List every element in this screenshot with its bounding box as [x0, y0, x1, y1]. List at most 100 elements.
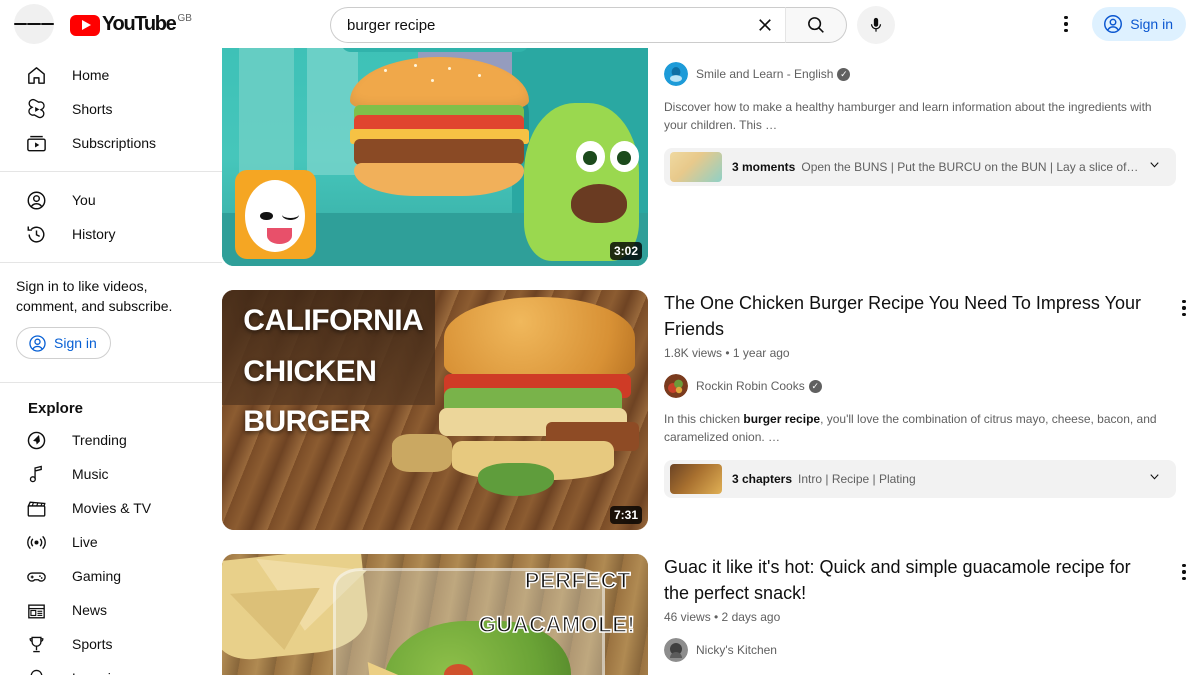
channel-row[interactable]: Smile and Learn - English ✓	[664, 62, 1186, 86]
country-code-label: GB	[177, 12, 192, 24]
sidebar-item-music[interactable]: Music	[12, 457, 210, 491]
video-thumbnail[interactable]: CALIFORNIA CHICKEN BURGER 7:31	[222, 290, 648, 530]
sidebar-label-learning: Learning	[72, 670, 127, 675]
signin-label-header: Sign in	[1130, 16, 1173, 32]
chevron-down-icon[interactable]	[1147, 469, 1162, 489]
chapters-chip[interactable]: 3 chapters Intro | Recipe | Plating	[664, 460, 1176, 498]
channel-row[interactable]: Rockin Robin Cooks ✓	[664, 374, 1186, 398]
video-title[interactable]: The One Chicken Burger Recipe You Need T…	[664, 290, 1186, 342]
chevron-down-icon[interactable]	[1147, 157, 1162, 177]
music-icon	[24, 462, 48, 486]
thumbnail-overlay-line-2: GUACAMOLE!	[478, 611, 636, 638]
sidebar-label-live: Live	[72, 534, 98, 550]
sidebar-item-movies-tv[interactable]: Movies & TV	[12, 491, 210, 525]
sidebar-label-music: Music	[72, 466, 109, 482]
youtube-logo[interactable]: YouTube GB	[70, 13, 192, 36]
sidebar-item-home[interactable]: Home	[12, 58, 210, 92]
description-pre: Discover how to make a healthy hamburger…	[664, 100, 1152, 132]
subscriptions-icon	[24, 131, 48, 155]
sidebar-label-you: You	[72, 192, 96, 208]
masthead-right: Sign in	[1046, 4, 1186, 44]
sidebar-item-shorts[interactable]: Shorts	[12, 92, 210, 126]
video-thumbnail[interactable]: 3:02	[222, 48, 648, 266]
video-stats: 46 views • 2 days ago	[664, 610, 781, 624]
kebab-dot	[1064, 15, 1068, 20]
more-vertical-icon[interactable]	[1046, 4, 1086, 44]
news-icon	[24, 598, 48, 622]
search-area	[330, 6, 895, 44]
movies-tv-icon	[24, 496, 48, 520]
sports-trophy-icon	[24, 632, 48, 656]
search-result-item: 3:02 Smile and Learn - English ✓ Discove…	[222, 48, 1200, 290]
video-metadata: Smile and Learn - English ✓ Discover how…	[648, 48, 1200, 266]
search-result-item: CALIFORNIA CHICKEN BURGER 7:31 The One C…	[222, 290, 1200, 554]
search-input[interactable]	[347, 16, 747, 34]
sidebar-item-learning[interactable]: Learning	[12, 661, 210, 675]
more-vertical-icon[interactable]	[1168, 556, 1200, 588]
description-post: …	[765, 118, 778, 132]
sidebar-label-sports: Sports	[72, 636, 113, 652]
channel-avatar	[664, 374, 688, 398]
gaming-icon	[24, 564, 48, 588]
kebab-dot	[1182, 299, 1186, 304]
live-icon	[24, 530, 48, 554]
sidebar-item-news[interactable]: News	[12, 593, 210, 627]
chip-text-label: Open the BUNS | Put the BURCU on the BUN…	[801, 160, 1139, 174]
thumbnail-overlay-line-1: PERFECT	[524, 568, 631, 595]
sidebar-label-gaming: Gaming	[72, 568, 122, 584]
account-circle-icon	[29, 334, 46, 352]
shorts-icon	[24, 97, 48, 121]
thumbnail-art-cartoon-burger	[222, 48, 648, 266]
video-description: In this chicken burger recipe, you'll lo…	[664, 410, 1176, 446]
video-description: Discover how to make a healthy hamburger…	[664, 98, 1176, 134]
thumbnail-overlay-line-3: BURGER	[243, 405, 371, 439]
thumbnail-overlay-line-1: CALIFORNIA	[243, 304, 424, 338]
sidebar-item-you[interactable]: You	[12, 183, 210, 217]
chip-thumbnail	[670, 464, 722, 494]
channel-row[interactable]: Nicky's Kitchen	[664, 638, 1186, 662]
sidebar-label-history: History	[72, 226, 116, 242]
search-results-area[interactable]: 3:02 Smile and Learn - English ✓ Discove…	[222, 48, 1200, 675]
kebab-dot	[1182, 306, 1186, 310]
more-vertical-icon[interactable]	[1168, 292, 1200, 324]
signin-label-sidebar: Sign in	[54, 335, 97, 351]
search-button[interactable]	[785, 7, 847, 43]
video-thumbnail[interactable]: PERFECT GUACAMOLE!	[222, 554, 648, 675]
account-circle-icon	[1104, 15, 1123, 33]
sidebar-item-live[interactable]: Live	[12, 525, 210, 559]
verified-badge-icon: ✓	[837, 67, 851, 81]
sidebar-signin-block: Sign in to like videos, comment, and sub…	[0, 274, 222, 371]
close-glyph	[759, 19, 771, 31]
results-list: 3:02 Smile and Learn - English ✓ Discove…	[222, 48, 1200, 675]
channel-avatar	[664, 62, 688, 86]
chip-count-label: 3 moments	[732, 160, 796, 174]
home-icon	[24, 63, 48, 87]
hamburger-bar	[40, 23, 54, 25]
hamburger-menu-icon[interactable]	[14, 4, 54, 44]
sidebar-item-history[interactable]: History	[12, 217, 210, 251]
moments-chip[interactable]: 3 moments Open the BUNS | Put the BURCU …	[664, 148, 1176, 186]
channel-name: Smile and Learn - English	[696, 67, 834, 81]
sidebar-item-subscriptions[interactable]: Subscriptions	[12, 126, 210, 160]
signin-button-sidebar[interactable]: Sign in	[16, 327, 111, 359]
hamburger-bar	[14, 23, 28, 25]
chip-thumbnail	[670, 152, 722, 182]
signin-button-header[interactable]: Sign in	[1092, 7, 1186, 41]
sidebar-label-home: Home	[72, 67, 110, 83]
verified-badge-icon: ✓	[808, 379, 822, 393]
sidebar-label-shorts: Shorts	[72, 101, 113, 117]
voice-search-button[interactable]	[857, 6, 895, 44]
kebab-dot	[1182, 563, 1186, 568]
search-box[interactable]	[330, 7, 785, 43]
sidebar-item-sports[interactable]: Sports	[12, 627, 210, 661]
close-icon[interactable]	[747, 8, 783, 42]
video-duration: 7:31	[609, 506, 642, 524]
kebab-dot	[1182, 570, 1186, 574]
kebab-dot	[1182, 576, 1186, 581]
sidebar-item-gaming[interactable]: Gaming	[12, 559, 210, 593]
channel-avatar	[664, 638, 688, 662]
sidebar-item-trending[interactable]: Trending	[12, 423, 210, 457]
hamburger-bar	[27, 23, 41, 25]
learning-bulb-icon	[24, 666, 48, 675]
video-title[interactable]: Guac it like it's hot: Quick and simple …	[664, 554, 1186, 606]
